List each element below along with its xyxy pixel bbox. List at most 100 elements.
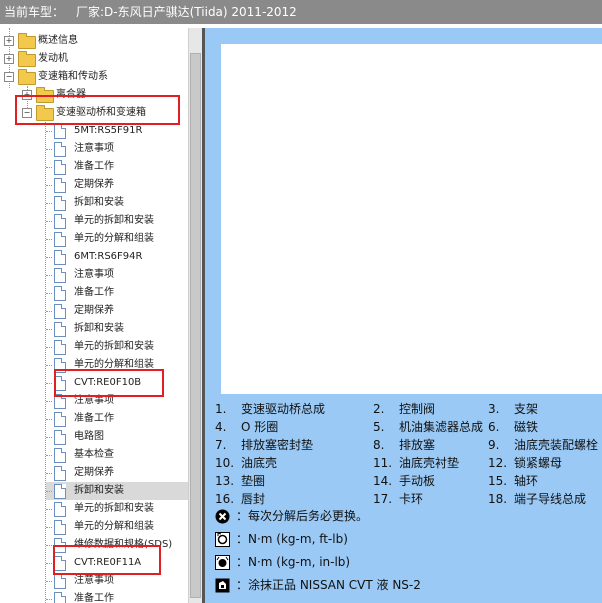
legend-text: 垫圈 (241, 474, 266, 488)
legend-text: 磁铁 (514, 420, 539, 434)
tree-item-document[interactable]: 定期保养 (46, 302, 188, 320)
tree-connector (46, 131, 52, 132)
tree-item-label: 定期保养 (74, 305, 114, 316)
legend-number: 6. (488, 420, 500, 434)
tree-connector (46, 563, 52, 564)
legend-number: 7. (215, 438, 227, 452)
tree-item-label: 准备工作 (74, 287, 114, 298)
tree-item-label: 准备工作 (74, 413, 114, 424)
tree-connector (46, 257, 52, 258)
note-row: ：N·m (kg-m, in-lb) (215, 552, 350, 572)
document-icon (54, 304, 66, 319)
collapse-icon[interactable]: − (4, 72, 14, 82)
vehicle-title: 厂家:D-东风日产骐达(Tiida) 2011-2012 (76, 5, 297, 19)
tree-connector (46, 329, 52, 330)
tree-item-engine[interactable]: + 发动机 (0, 50, 188, 68)
scrollbar-thumb[interactable] (190, 53, 201, 598)
replace-icon (215, 509, 230, 524)
legend-item: 5. 机油集滤器总成 (373, 418, 483, 436)
tree-item-document[interactable]: 定期保养 (46, 464, 188, 482)
tree-item-document[interactable]: 定期保养 (46, 176, 188, 194)
legend-number: 9. (488, 438, 500, 452)
torque-ftlb-icon (215, 532, 230, 547)
tree-connector (46, 293, 52, 294)
tree-item-document[interactable]: 准备工作 (46, 284, 188, 302)
expand-icon[interactable]: + (4, 54, 14, 64)
document-icon (54, 502, 66, 517)
document-icon (54, 574, 66, 589)
tree-item-label: 注意事项 (74, 143, 114, 154)
tree-item-document[interactable]: 基本检查 (46, 446, 188, 464)
legend-text: 唇封 (241, 492, 266, 506)
tree-item-document[interactable]: 电路图 (46, 428, 188, 446)
tree-item-document[interactable]: 准备工作 (46, 158, 188, 176)
legend-text: 卡环 (399, 492, 424, 506)
legend-item: 9. 油底壳装配螺栓 (488, 436, 598, 454)
tree-item-document[interactable]: 单元的拆卸和安装 (46, 338, 188, 356)
title-bar: 当前车型： 厂家:D-东风日产骐达(Tiida) 2011-2012 (0, 0, 602, 24)
note-row: ：N·m (kg-m, ft-lb) (215, 529, 348, 549)
tree-connector (46, 419, 52, 420)
note-text: ：N·m (kg-m, in-lb) (236, 555, 351, 569)
tree-scrollbar[interactable] (188, 28, 203, 603)
note-text: ：涂抹正品 NISSAN CVT 液 NS-2 (236, 578, 421, 592)
note-text: ：每次分解后务必更换。 (236, 509, 369, 523)
tree-item-document[interactable]: 准备工作 (46, 590, 188, 603)
tree-connector (46, 185, 52, 186)
tree-item-label: 6MT:RS6F94R (74, 251, 143, 262)
tree-item-document[interactable]: 注意事项 (46, 140, 188, 158)
legend-item: 8. 排放塞 (373, 436, 435, 454)
document-icon (54, 142, 66, 157)
legend-text: 控制阀 (399, 402, 436, 416)
tree-item-document[interactable]: 单元的分解和组装 (46, 518, 188, 536)
legend-number: 11. (373, 456, 393, 470)
tree-item-document[interactable]: 准备工作 (46, 410, 188, 428)
legend-item: 12. 锁紧螺母 (488, 454, 562, 472)
tree-item-label: 单元的拆卸和安装 (74, 215, 154, 226)
legend-item: 14. 手动板 (373, 472, 435, 490)
legend-number: 5. (373, 420, 385, 434)
legend-text: 排放塞 (399, 438, 436, 452)
note-row: ：涂抹正品 NISSAN CVT 液 NS-2 (215, 575, 421, 595)
legend-text: 锁紧螺母 (514, 456, 563, 470)
legend-number: 2. (373, 402, 385, 416)
tree-connector (46, 545, 52, 546)
tree-item-label: 单元的拆卸和安装 (74, 503, 154, 514)
tree-item-overview[interactable]: + 概述信息 (0, 32, 188, 50)
tree-item-label: 拆卸和安装 (74, 197, 124, 208)
tree-item-label: 拆卸和安装 (74, 323, 124, 334)
tree-item-document[interactable]: 拆卸和安装 (46, 320, 188, 338)
legend-item: 15. 轴环 (488, 472, 538, 490)
document-icon (54, 178, 66, 193)
legend-number: 18. (488, 492, 508, 506)
expand-icon[interactable]: + (4, 36, 14, 46)
tree-item-document[interactable]: 注意事项 (46, 266, 188, 284)
document-icon (54, 322, 66, 337)
legend-text: 油底壳衬垫 (399, 456, 460, 470)
tree-item-document[interactable]: 拆卸和安装 (46, 482, 188, 500)
document-icon (54, 520, 66, 535)
tree-item-transmission-drivetrain[interactable]: − 变速箱和传动系 (0, 68, 188, 86)
tree-connector (46, 167, 52, 168)
tree-connector (46, 149, 52, 150)
document-icon (54, 484, 66, 499)
legend-text: O 形圈 (241, 420, 279, 434)
tree-connector (46, 311, 52, 312)
tree-item-document[interactable]: 单元的分解和组装 (46, 230, 188, 248)
legend-number: 4. (215, 420, 227, 434)
document-icon (54, 592, 66, 603)
tree-item-document[interactable]: 6MT:RS6F94R (46, 248, 188, 266)
tree-connector (46, 203, 52, 204)
tree-item-label: 定期保养 (74, 467, 114, 478)
legend-text: 支架 (514, 402, 539, 416)
legend-item: 11. 油底壳衬垫 (373, 454, 459, 472)
legend-item: 6. 磁铁 (488, 418, 538, 436)
document-icon (54, 232, 66, 247)
tree-item-document[interactable]: 单元的拆卸和安装 (46, 500, 188, 518)
tree-item-label: 发动机 (38, 53, 68, 64)
tree-item-document[interactable]: 拆卸和安装 (46, 194, 188, 212)
tree-item-document[interactable]: 单元的拆卸和安装 (46, 212, 188, 230)
legend-text: 轴环 (514, 474, 539, 488)
tree-item-label: 准备工作 (74, 593, 114, 603)
tree-connector (46, 581, 52, 582)
